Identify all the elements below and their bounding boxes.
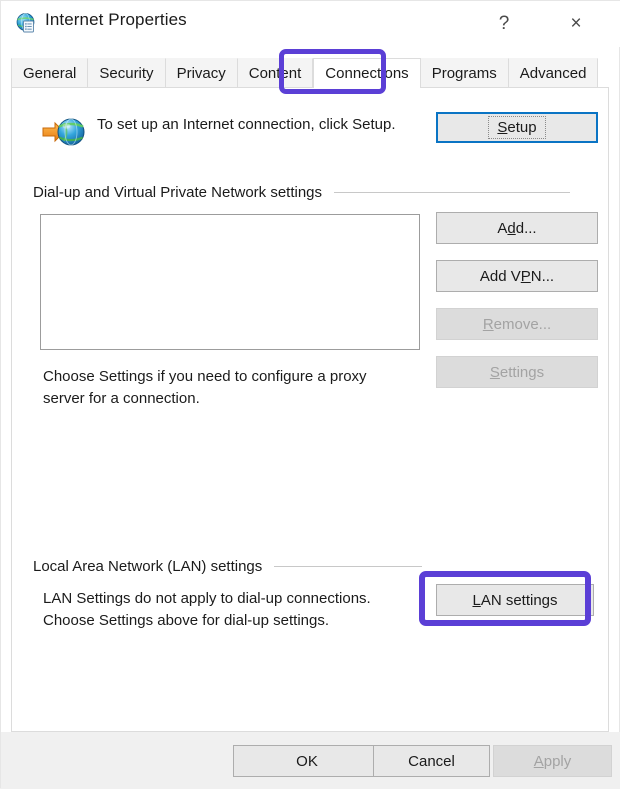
tab-content[interactable]: Content [237,58,314,88]
tab-label: Content [248,65,302,82]
tab-privacy[interactable]: Privacy [165,58,238,88]
apply-button-label: Apply [533,752,572,770]
setup-description: To set up an Internet connection, click … [97,116,396,133]
lan-settings-button-label: LAN settings [472,591,558,609]
ok-button[interactable]: OK [233,745,381,777]
setup-button[interactable]: Setup [436,112,598,143]
add-vpn-button[interactable]: Add VPN... [436,260,598,292]
window-title: Internet Properties [45,10,187,29]
tab-label: General [23,65,77,82]
tab-label: Connections [325,65,409,82]
remove-button-label: Remove... [482,315,552,333]
dialup-group-header-label: Dial-up and Virtual Private Network sett… [33,184,323,201]
group-divider [274,566,423,567]
lan-hint-text: LAN Settings do not apply to dial-up con… [43,590,371,629]
tab-security[interactable]: Security [88,58,166,88]
close-glyph: × [570,13,582,34]
ok-button-label: OK [296,752,318,770]
tab-label: Security [99,65,154,82]
add-button[interactable]: Add... [436,212,598,244]
tab-advanced[interactable]: Advanced [508,58,599,88]
globe-with-arrow-icon [42,115,86,149]
connections-listbox[interactable] [40,214,420,350]
dialog-footer: OK Cancel Apply [1,732,620,789]
lan-group-header: Local Area Network (LAN) settings [33,558,423,575]
tab-label: Programs [431,65,497,82]
help-icon[interactable]: ? [481,1,527,47]
tab-strip: General Security Privacy Content Connect… [11,58,599,88]
tab-label: Privacy [176,65,226,82]
lan-settings-button[interactable]: LAN settings [436,584,594,616]
tab-label: Advanced [519,65,587,82]
tab-connections[interactable]: Connections [313,58,421,88]
add-vpn-button-label: Add VPN... [479,267,555,285]
tab-general[interactable]: General [11,58,89,88]
title-bar: Internet Properties ? × [1,1,620,47]
internet-properties-icon [15,12,37,34]
dialup-group-header: Dial-up and Virtual Private Network sett… [33,184,571,201]
add-button-label: Add... [497,219,537,237]
cancel-button-label: Cancel [408,752,455,770]
tab-programs[interactable]: Programs [420,58,509,88]
connections-tab-panel: To set up an Internet connection, click … [11,87,609,732]
apply-button: Apply [493,745,612,777]
close-icon[interactable]: × [553,1,599,47]
settings-button: Settings [436,356,598,388]
setup-button-label: Setup [488,116,546,139]
group-divider [334,192,571,193]
lan-group-header-label: Local Area Network (LAN) settings [33,558,263,575]
settings-button-label: Settings [489,363,545,381]
remove-button: Remove... [436,308,598,340]
proxy-hint-text: Choose Settings if you need to configure… [43,368,367,407]
cancel-button[interactable]: Cancel [373,745,490,777]
internet-properties-dialog: Internet Properties ? × General Security… [0,0,620,789]
help-glyph: ? [498,13,510,34]
